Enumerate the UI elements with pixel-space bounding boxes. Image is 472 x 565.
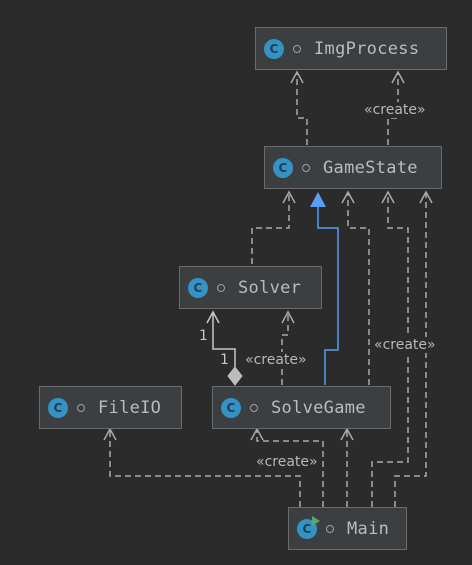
edge-solvegame-gamestate-create: [347, 193, 370, 385]
multiplicity-solvegame: 1: [220, 352, 229, 368]
inheritance-triangle: [310, 192, 326, 207]
class-name: FileIO: [98, 397, 162, 418]
create-label-solver: «create»: [244, 352, 308, 368]
class-icon: C: [273, 157, 293, 178]
create-label-gamestate: «create»: [373, 337, 437, 353]
class-solver[interactable]: C Solver: [179, 266, 322, 309]
class-fileio[interactable]: C FileIO: [39, 386, 182, 429]
package-visibility-icon: [77, 403, 85, 412]
edge-solver-gamestate: [251, 193, 290, 264]
class-name: Main: [347, 518, 390, 539]
class-icon: C: [48, 397, 68, 418]
class-name: GameState: [323, 157, 418, 178]
multiplicity-solver: 1: [199, 328, 208, 344]
class-name: ImgProcess: [314, 38, 420, 59]
run-icon: [312, 515, 320, 526]
package-visibility-icon: [326, 524, 334, 533]
edge-gamestate-imgprocess-dep: [296, 73, 308, 145]
class-main[interactable]: C Main: [288, 507, 407, 550]
class-solvegame[interactable]: C SolveGame: [212, 386, 391, 429]
class-icon: C: [221, 397, 241, 418]
runnable-class-icon: C: [297, 515, 320, 539]
class-icon: C: [188, 277, 208, 298]
create-label-imgprocess: «create»: [363, 102, 427, 118]
class-name: SolveGame: [271, 397, 366, 418]
package-visibility-icon: [293, 44, 301, 53]
edge-solvegame-solver-create: [281, 313, 289, 385]
class-letter: C: [302, 521, 312, 536]
class-imgprocess[interactable]: C ImgProcess: [255, 27, 447, 70]
class-icon: C: [264, 38, 284, 59]
package-visibility-icon: [302, 163, 310, 172]
class-name: Solver: [238, 277, 302, 298]
package-visibility-icon: [250, 403, 258, 412]
class-gamestate[interactable]: C GameState: [264, 146, 442, 189]
package-visibility-icon: [217, 283, 225, 292]
uml-class-diagram: «create» «create» «create» «create» 1 1 …: [0, 0, 472, 565]
create-label-solvegame: «create»: [255, 454, 319, 470]
aggregation-diamond: [227, 366, 243, 386]
